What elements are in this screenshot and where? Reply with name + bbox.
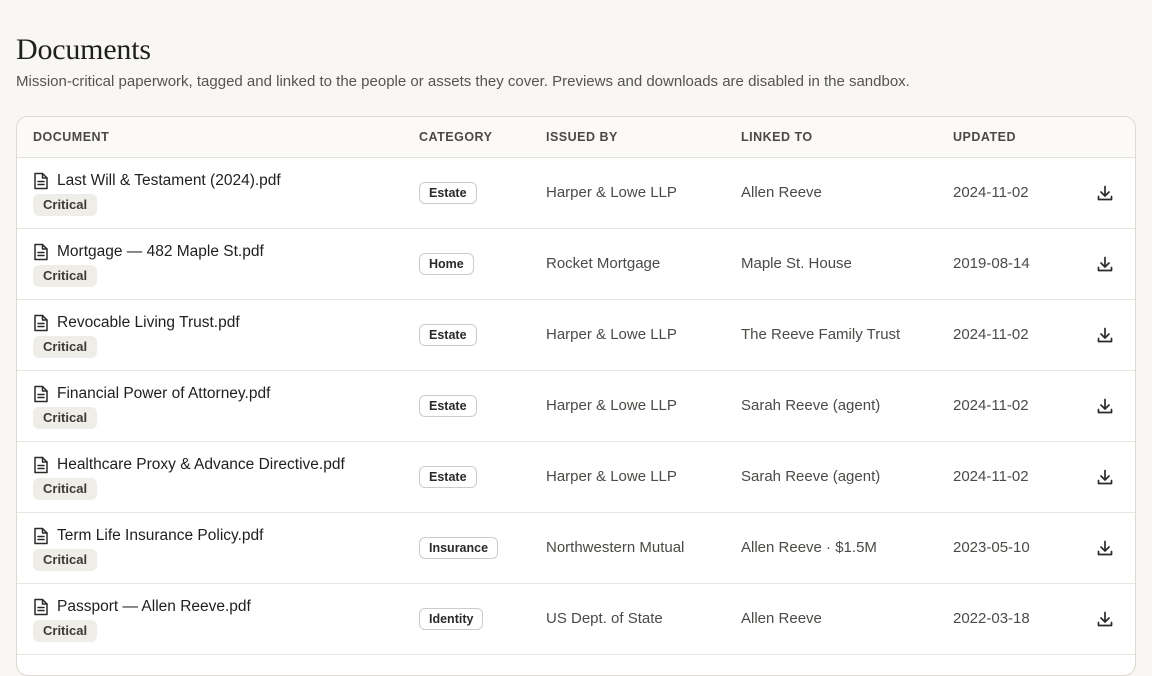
linked-to-cell: Allen Reeve · $1.5M — [741, 539, 877, 556]
column-header-category: CATEGORY — [419, 130, 493, 144]
download-icon[interactable] — [1095, 396, 1115, 416]
category-badge: Estate — [419, 466, 477, 488]
critical-badge: Critical — [33, 478, 98, 500]
linked-to-cell: Allen Reeve — [741, 610, 822, 627]
updated-date-cell: 2024-11-02 — [953, 397, 1029, 414]
document-name-link[interactable]: Mortgage — 482 Maple St.pdf — [57, 242, 264, 262]
page-subtitle: Mission-critical paperwork, tagged and l… — [16, 73, 910, 90]
document-icon — [34, 243, 48, 261]
issued-by-cell: US Dept. of State — [546, 610, 663, 627]
updated-date-cell: 2024-11-02 — [953, 184, 1029, 201]
download-icon[interactable] — [1095, 609, 1115, 629]
issued-by-cell: Northwestern Mutual — [546, 539, 685, 556]
category-badge: Identity — [419, 608, 484, 630]
document-icon — [34, 527, 48, 545]
documents-table: DOCUMENT CATEGORY ISSUED BY LINKED TO UP… — [16, 116, 1136, 676]
table-row[interactable]: Last Will & Testament (2024).pdf Critica… — [17, 158, 1135, 229]
linked-to-cell: Sarah Reeve (agent) — [741, 397, 881, 414]
document-name-link[interactable]: Last Will & Testament (2024).pdf — [57, 171, 281, 191]
table-row[interactable]: Financial Power of Attorney.pdf Critical… — [17, 371, 1135, 442]
linked-to-cell: The Reeve Family Trust — [741, 326, 901, 343]
critical-badge: Critical — [33, 620, 98, 642]
table-row[interactable]: Revocable Living Trust.pdf Critical Esta… — [17, 300, 1135, 371]
table-row[interactable]: Term Life Insurance Policy.pdf Critical … — [17, 513, 1135, 584]
linked-to-cell: Maple St. House — [741, 255, 852, 272]
issued-by-cell: Harper & Lowe LLP — [546, 326, 677, 343]
table-row[interactable]: Healthcare Proxy & Advance Directive.pdf… — [17, 442, 1135, 513]
critical-badge: Critical — [33, 407, 98, 429]
documents-page: Documents Mission-critical paperwork, ta… — [16, 0, 1136, 676]
table-header: DOCUMENT CATEGORY ISSUED BY LINKED TO UP… — [17, 117, 1135, 158]
document-icon — [34, 172, 48, 190]
updated-date-cell: 2024-11-02 — [953, 326, 1029, 343]
document-name-link[interactable]: Passport — Allen Reeve.pdf — [57, 597, 251, 617]
document-name-link[interactable]: Financial Power of Attorney.pdf — [57, 384, 270, 404]
updated-date-cell: 2019-08-14 — [953, 255, 1030, 272]
table-row[interactable]: Mortgage — 482 Maple St.pdf Critical Hom… — [17, 229, 1135, 300]
column-header-linked-to: LINKED TO — [741, 130, 813, 144]
linked-to-cell: Allen Reeve — [741, 184, 822, 201]
column-header-updated: UPDATED — [953, 130, 1016, 144]
document-icon — [34, 598, 48, 616]
column-header-issued-by: ISSUED BY — [546, 130, 618, 144]
updated-date-cell: 2024-11-02 — [953, 468, 1029, 485]
document-icon — [34, 456, 48, 474]
updated-date-cell: 2022-03-18 — [953, 610, 1030, 627]
category-badge: Estate — [419, 395, 477, 417]
issued-by-cell: Harper & Lowe LLP — [546, 468, 677, 485]
issued-by-cell: Harper & Lowe LLP — [546, 397, 677, 414]
document-name-link[interactable]: Term Life Insurance Policy.pdf — [57, 526, 263, 546]
critical-badge: Critical — [33, 265, 98, 287]
category-badge: Home — [419, 253, 474, 275]
updated-date-cell: 2023-05-10 — [953, 539, 1030, 556]
critical-badge: Critical — [33, 194, 98, 216]
download-icon[interactable] — [1095, 254, 1115, 274]
issued-by-cell: Harper & Lowe LLP — [546, 184, 677, 201]
category-badge: Insurance — [419, 537, 499, 559]
document-name-link[interactable]: Revocable Living Trust.pdf — [57, 313, 240, 333]
page-title: Documents — [16, 33, 151, 66]
category-badge: Estate — [419, 182, 477, 204]
document-icon — [34, 385, 48, 403]
critical-badge: Critical — [33, 549, 98, 571]
document-name-link[interactable]: Healthcare Proxy & Advance Directive.pdf — [57, 455, 345, 475]
download-icon[interactable] — [1095, 467, 1115, 487]
linked-to-cell: Sarah Reeve (agent) — [741, 468, 881, 485]
download-icon[interactable] — [1095, 325, 1115, 345]
column-header-document: DOCUMENT — [33, 130, 110, 144]
download-icon[interactable] — [1095, 183, 1115, 203]
category-badge: Estate — [419, 324, 477, 346]
download-icon[interactable] — [1095, 538, 1115, 558]
table-row[interactable]: Passport — Allen Reeve.pdf Critical Iden… — [17, 584, 1135, 655]
critical-badge: Critical — [33, 336, 98, 358]
document-icon — [34, 314, 48, 332]
issued-by-cell: Rocket Mortgage — [546, 255, 661, 272]
